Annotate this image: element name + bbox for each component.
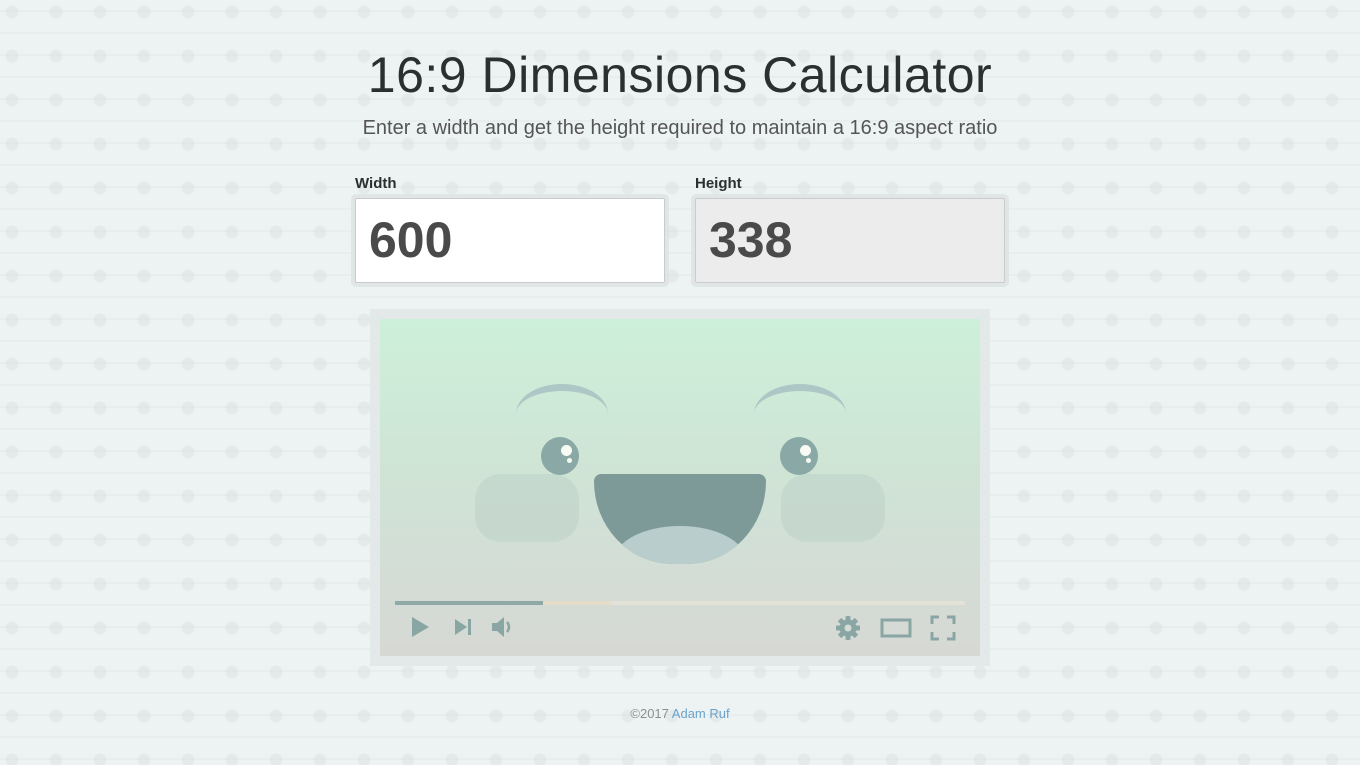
left-cheek bbox=[475, 474, 579, 542]
left-eye bbox=[541, 437, 579, 475]
height-output: 338 bbox=[695, 198, 1005, 283]
fullscreen-icon[interactable] bbox=[930, 615, 956, 641]
footer: ©2017 Adam Ruf bbox=[0, 706, 1360, 721]
width-label: Width bbox=[355, 175, 397, 192]
video-preview bbox=[380, 319, 980, 656]
height-label: Height bbox=[695, 175, 742, 192]
right-eye bbox=[780, 437, 818, 475]
left-eyebrow bbox=[516, 384, 608, 414]
copyright-text: ©2017 bbox=[630, 706, 669, 721]
play-icon[interactable] bbox=[408, 615, 432, 639]
page-title: 16:9 Dimensions Calculator bbox=[367, 47, 993, 103]
right-cheek bbox=[781, 474, 885, 542]
mouth bbox=[594, 474, 766, 564]
video-preview-frame bbox=[370, 309, 990, 666]
next-icon[interactable] bbox=[452, 615, 474, 639]
settings-icon[interactable] bbox=[835, 615, 861, 641]
progress-bar[interactable] bbox=[395, 601, 965, 605]
page-subtitle: Enter a width and get the height require… bbox=[362, 117, 998, 139]
progress-played bbox=[395, 601, 544, 605]
theater-icon[interactable] bbox=[880, 617, 912, 639]
width-input[interactable]: 600 bbox=[355, 198, 665, 283]
author-link[interactable]: Adam Ruf bbox=[672, 706, 730, 721]
right-eyebrow bbox=[754, 384, 846, 414]
volume-icon[interactable] bbox=[490, 615, 516, 639]
page: 16:9 Dimensions Calculator Enter a width… bbox=[0, 0, 1360, 765]
